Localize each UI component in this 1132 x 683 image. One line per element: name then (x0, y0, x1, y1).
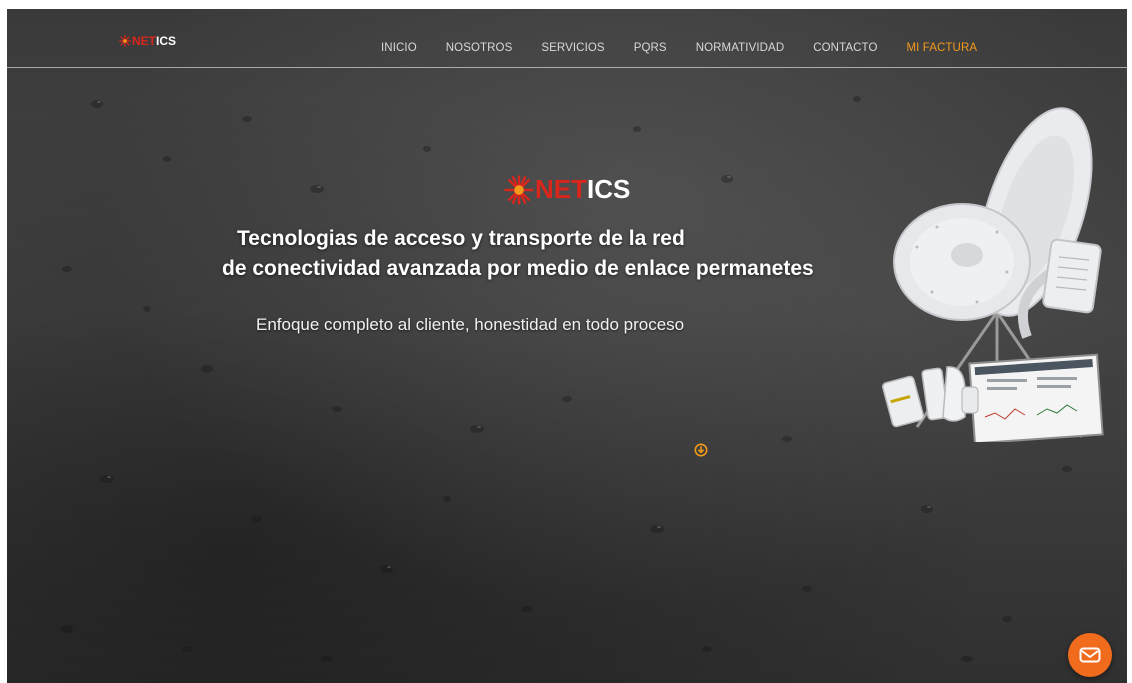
top-navbar: NET ICS INICIO NOSOTROS SERVICIOS PQRS N… (7, 9, 1127, 68)
circle-down-arrow-icon[interactable] (694, 443, 708, 457)
chat-button[interactable] (1068, 633, 1112, 677)
hero-headline-line1: Tecnologias de acceso y transporte de la… (237, 227, 685, 250)
nav-item-mi-factura[interactable]: MI FACTURA (907, 42, 978, 54)
nav-item-contacto[interactable]: CONTACTO (813, 42, 877, 54)
brand-logo-net: NET (132, 34, 156, 48)
nav-item-nosotros[interactable]: NOSOTROS (446, 42, 513, 54)
sparkle-logo-icon (504, 174, 534, 205)
page-frame: NET ICS INICIO NOSOTROS SERVICIOS PQRS N… (7, 9, 1127, 683)
antenna-equipment-image (882, 107, 1104, 442)
brand-logo[interactable]: NET ICS (119, 34, 176, 48)
hero-logo: NET ICS (504, 174, 630, 205)
hero-logo-ics: ICS (587, 174, 631, 204)
nav-menu: INICIO NOSOTROS SERVICIOS PQRS NORMATIVI… (381, 42, 1006, 54)
brand-logo-ics: ICS (156, 34, 177, 48)
hero-subtitle: Enfoque completo al cliente, honestidad … (256, 315, 685, 334)
nav-item-pqrs[interactable]: PQRS (634, 42, 667, 54)
sparkle-logo-icon (119, 35, 131, 47)
envelope-icon (1079, 647, 1101, 663)
hero-logo-net: NET (535, 174, 587, 204)
nav-item-servicios[interactable]: SERVICIOS (541, 42, 604, 54)
hero-headline-line2: de conectividad avanzada por medio de en… (222, 257, 814, 280)
nav-item-inicio[interactable]: INICIO (381, 42, 417, 54)
nav-item-normatividad[interactable]: NORMATIVIDAD (696, 42, 785, 54)
